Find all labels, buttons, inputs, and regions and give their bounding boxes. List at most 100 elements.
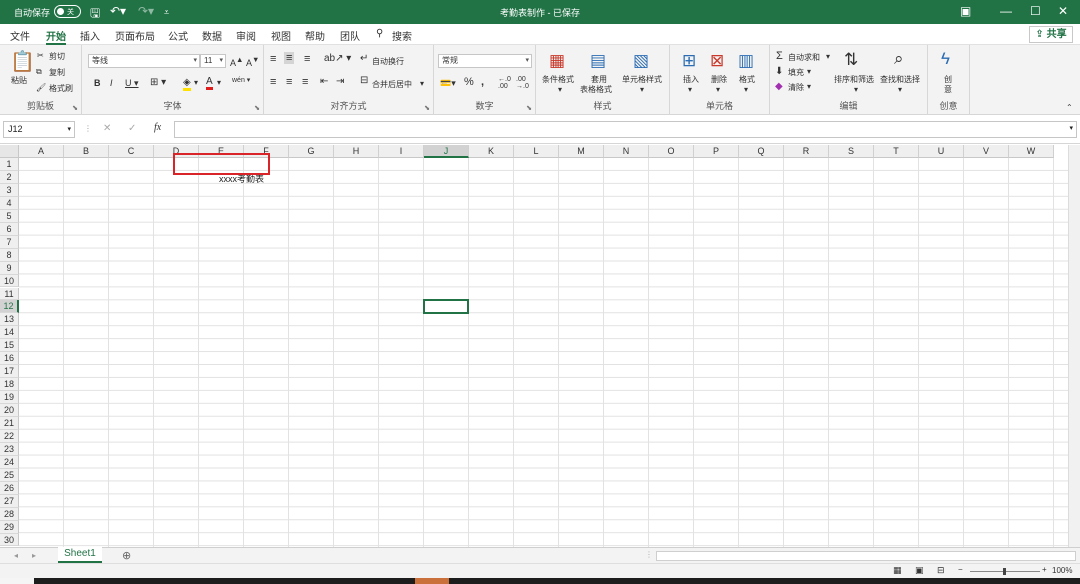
tab-team[interactable]: 团队 xyxy=(340,28,360,43)
chevron-down-icon[interactable]: ▾ xyxy=(716,85,720,94)
row-header-3[interactable]: 3 xyxy=(0,183,19,197)
ideas-button-line2[interactable]: 意 xyxy=(944,84,952,95)
column-header-u[interactable]: U xyxy=(919,145,964,158)
align-left-icon[interactable]: ≡ xyxy=(270,76,276,88)
chevron-down-icon[interactable]: ▾ xyxy=(217,78,221,87)
chevron-down-icon[interactable]: ▾ xyxy=(826,52,830,61)
borders-icon[interactable]: ⊞ ▾ xyxy=(150,77,166,88)
row-header-27[interactable]: 27 xyxy=(0,494,19,508)
copy-icon[interactable]: ⧉ xyxy=(36,67,42,77)
row-header-9[interactable]: 9 xyxy=(0,261,19,275)
tab-view[interactable]: 视图 xyxy=(271,28,291,43)
cell-styles-icon[interactable]: ▧ xyxy=(633,51,649,71)
normal-view-icon[interactable]: ▦ xyxy=(893,565,902,576)
tab-data[interactable]: 数据 xyxy=(202,28,222,43)
add-sheet-icon[interactable]: ⊕ xyxy=(122,549,131,562)
row-header-13[interactable]: 13 xyxy=(0,313,19,327)
font-color-icon[interactable]: A xyxy=(206,76,213,90)
column-header-a[interactable]: A xyxy=(19,145,64,158)
format-painter-icon[interactable]: 🖌 xyxy=(36,83,46,92)
autosum-button[interactable]: 自动求和 xyxy=(788,52,820,63)
row-header-28[interactable]: 28 xyxy=(0,507,19,521)
wrap-text-button[interactable]: 自动换行 xyxy=(372,56,404,67)
row-header-6[interactable]: 6 xyxy=(0,222,19,236)
font-launcher-icon[interactable]: ⬊ xyxy=(254,104,260,112)
undo-icon[interactable]: ↶▾ xyxy=(110,4,126,18)
expand-formula-icon[interactable]: ▾ xyxy=(1069,124,1073,132)
vertical-scrollbar[interactable] xyxy=(1068,145,1080,547)
row-header-25[interactable]: 25 xyxy=(0,468,19,482)
row-header-8[interactable]: 8 xyxy=(0,248,19,262)
tab-formulas[interactable]: 公式 xyxy=(168,28,188,43)
merge-center-button[interactable]: 合并后居中 xyxy=(372,79,412,90)
decrease-indent-icon[interactable]: ⇤ xyxy=(320,76,328,87)
bold-icon[interactable]: B xyxy=(94,78,101,88)
align-bottom-icon[interactable]: ≡ xyxy=(304,53,310,65)
select-all-corner[interactable] xyxy=(0,145,19,158)
column-header-j[interactable]: J xyxy=(424,145,469,158)
close-icon[interactable]: ✕ xyxy=(1058,4,1068,18)
row-header-20[interactable]: 20 xyxy=(0,404,19,417)
active-cell-j12[interactable] xyxy=(423,299,469,314)
cell-area[interactable]: xxxx考勤表 xyxy=(19,158,1080,547)
row-header-14[interactable]: 14 xyxy=(0,326,19,340)
paste-icon[interactable]: 📋 xyxy=(10,49,35,74)
row-header-23[interactable]: 23 xyxy=(0,442,19,456)
collapse-ribbon-icon[interactable]: ⌃ xyxy=(1066,103,1073,112)
tab-search[interactable]: 搜索 xyxy=(392,28,412,43)
chevron-down-icon[interactable]: ▾ xyxy=(807,82,811,91)
column-header-b[interactable]: B xyxy=(64,145,109,158)
save-icon[interactable]: 🖫 xyxy=(90,4,100,25)
increase-font-icon[interactable]: A▲ xyxy=(230,55,243,68)
column-header-r[interactable]: R xyxy=(784,145,829,158)
comma-style-icon[interactable]: , xyxy=(481,76,484,88)
sort-filter-button[interactable]: 排序和筛选 xyxy=(834,74,874,85)
next-sheet-icon[interactable]: ▸ xyxy=(32,551,36,560)
cut-button[interactable]: 剪切 xyxy=(49,51,65,62)
taskbar-item[interactable] xyxy=(415,578,449,584)
column-header-c[interactable]: C xyxy=(109,145,154,158)
orientation-icon[interactable]: ab↗ ▾ xyxy=(324,53,351,64)
redo-icon[interactable]: ↷▾ xyxy=(138,4,154,18)
find-select-button[interactable]: 查找和选择 xyxy=(880,74,920,85)
row-header-22[interactable]: 22 xyxy=(0,429,19,443)
insert-cells-icon[interactable]: ⊞ xyxy=(682,51,696,71)
clear-icon[interactable]: ◆ xyxy=(775,81,783,92)
page-layout-view-icon[interactable]: ▣ xyxy=(915,565,924,576)
row-header-30[interactable]: 30 xyxy=(0,533,19,547)
row-header-7[interactable]: 7 xyxy=(0,235,19,249)
format-painter-button[interactable]: 格式刷 xyxy=(49,83,73,94)
delete-cells-icon[interactable]: ⊠ xyxy=(710,51,724,71)
tab-page-layout[interactable]: 页面布局 xyxy=(115,28,155,43)
tab-home[interactable]: 开始 xyxy=(46,28,66,45)
row-header-18[interactable]: 18 xyxy=(0,378,19,392)
cut-icon[interactable]: ✂ xyxy=(37,51,44,60)
paste-button[interactable]: 粘贴 xyxy=(11,75,27,86)
font-name-select[interactable]: 等线 ▾ xyxy=(88,54,200,68)
row-header-24[interactable]: 24 xyxy=(0,455,19,469)
insert-function-icon[interactable]: fx xyxy=(154,122,161,133)
tab-help[interactable]: 帮助 xyxy=(305,28,325,43)
autosum-icon[interactable]: Σ xyxy=(776,50,783,62)
insert-cells-button[interactable]: 插入 xyxy=(683,74,699,85)
delete-cells-button[interactable]: 删除 xyxy=(711,74,727,85)
row-header-5[interactable]: 5 xyxy=(0,209,19,223)
formula-input[interactable]: ▾ xyxy=(174,121,1077,138)
autosave-toggle[interactable]: 关 xyxy=(54,5,81,18)
chevron-down-icon[interactable]: ▾ xyxy=(194,78,198,87)
chevron-down-icon[interactable]: ▾ xyxy=(854,85,858,94)
ideas-lightning-icon[interactable]: ϟ xyxy=(941,49,950,69)
column-header-g[interactable]: G xyxy=(289,145,334,158)
table-format-button-line2[interactable]: 表格格式 xyxy=(580,84,612,95)
table-format-icon[interactable]: ▤ xyxy=(590,51,606,71)
name-box[interactable]: J12 ▾ xyxy=(3,121,75,138)
align-middle-icon[interactable]: ≡ xyxy=(284,52,295,64)
wrap-text-icon[interactable]: ↵ xyxy=(360,53,368,64)
zoom-in-icon[interactable]: + xyxy=(1042,565,1047,574)
fill-button[interactable]: 填充 xyxy=(788,67,804,78)
row-header-21[interactable]: 21 xyxy=(0,417,19,430)
tab-insert[interactable]: 插入 xyxy=(80,28,100,43)
chevron-down-icon[interactable]: ▾ xyxy=(688,85,692,94)
cancel-entry-icon[interactable]: ✕ xyxy=(103,123,111,134)
column-header-i[interactable]: I xyxy=(379,145,424,158)
